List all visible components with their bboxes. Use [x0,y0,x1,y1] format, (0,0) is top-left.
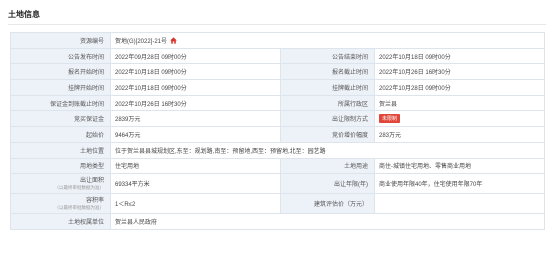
signup-end-value: 2022年10月26日 16时30分 [373,63,546,81]
land-type-label: 用地类型 [10,157,111,175]
valuation-label: 建筑评估价（万元） [280,193,375,215]
table-row: 竞买保证金 2839万元 出让限制方式 未限制 [10,110,546,128]
plot-ratio-label-note: （以最终审批数据为准） [54,204,105,210]
title-divider [8,24,546,25]
table-row: 起始价 9464万元 竞价增价幅度 283万元 [10,126,546,143]
deposit-deadline-value: 2022年10月26日 16时30分 [110,94,281,112]
signup-start-label: 报名开始时间 [10,63,111,81]
house-icon [170,37,177,44]
table-row: 保证金到账截止时间 2022年10月26日 16时30分 所属行政区 贺兰县 [10,94,546,112]
announce-end-value: 2022年10月18日 09时00分 [373,47,546,65]
listing-end-label: 挂牌截止时间 [280,79,375,96]
bid-deposit-value: 2839万元 [110,110,281,128]
announce-start-value: 2022年09月28日 09时00分 [110,47,281,65]
plot-ratio-value: 1＜R≤2 [110,193,281,215]
table-row: 土地权属单位 贺兰县人民政府 [10,213,546,230]
valuation-value [373,193,546,215]
increment-label: 竞价增价幅度 [280,126,375,143]
signup-end-label: 报名截止时间 [280,63,375,81]
location-label: 土地位置 [10,141,111,159]
listing-start-value: 2022年10月18日 09时00分 [110,79,281,96]
restriction-badge: 未限制 [379,114,401,124]
page-title: 土地信息 [8,10,40,19]
signup-start-value: 2022年10月18日 09时00分 [110,63,281,81]
district-label: 所属行政区 [280,94,375,112]
start-price-value: 9464万元 [110,126,281,143]
table-row: 挂牌开始时间 2022年10月18日 09时00分 挂牌截止时间 2022年10… [10,79,546,96]
listing-start-label: 挂牌开始时间 [10,79,111,96]
years-label: 出让年限(年) [280,173,375,195]
table-row: 土地位置 位于贺兰县县城规划区,东至：规划路,南至：预留地,西至：预留地,北至：… [10,141,546,159]
land-info-table: 资源编号 贺地(G)[2022]-21号 公告发布时间 2022年09月28日 … [10,32,546,230]
land-type-value: 住宅用地 [110,157,281,175]
resource-no-cell: 贺地(G)[2022]-21号 [109,32,546,49]
owner-label: 土地权属单位 [10,213,111,230]
restriction-cell: 未限制 [373,110,546,128]
table-row: 容积率 （以最终审批数据为准） 1＜R≤2 建筑评估价（万元） [10,193,546,215]
location-value: 位于贺兰县县城规划区,东至：规划路,南至：预留地,西至：预留地,北至：园艺路 [109,141,546,159]
area-label-text: 出让面积 [79,177,104,184]
deposit-deadline-label: 保证金到账截止时间 [10,94,111,112]
years-value: 商业使用年限40年，住宅使用年限70年 [373,173,546,195]
land-use-value: 商住-城镇住宅用地、零售商业用地 [373,157,546,175]
plot-ratio-label-text: 容积率 [85,197,104,204]
start-price-label: 起始价 [10,126,111,143]
table-row: 用地类型 住宅用地 土地用途 商住-城镇住宅用地、零售商业用地 [10,157,546,175]
area-label: 出让面积 （以最终审批数据为准） [10,173,111,195]
announce-start-label: 公告发布时间 [10,47,111,65]
area-value: 69334平方米 [110,173,281,195]
restriction-label: 出让限制方式 [280,110,375,128]
plot-ratio-label: 容积率 （以最终审批数据为准） [10,193,111,215]
table-row: 资源编号 贺地(G)[2022]-21号 [10,32,546,49]
district-value: 贺兰县 [373,94,546,112]
table-row: 出让面积 （以最终审批数据为准） 69334平方米 出让年限(年) 商业使用年限… [10,173,546,195]
table-row: 报名开始时间 2022年10月18日 09时00分 报名截止时间 2022年10… [10,63,546,81]
announce-end-label: 公告结束时间 [280,47,375,65]
listing-end-value: 2022年10月28日 09时00分 [373,79,546,96]
bid-deposit-label: 竞买保证金 [10,110,111,128]
owner-value: 贺兰县人民政府 [109,213,546,230]
area-label-note: （以最终审批数据为准） [54,184,105,190]
resource-no-value: 贺地(G)[2022]-21号 [115,38,168,45]
increment-value: 283万元 [373,126,546,143]
resource-no-label: 资源编号 [10,32,111,49]
table-row: 公告发布时间 2022年09月28日 09时00分 公告结束时间 2022年10… [10,47,546,65]
land-use-label: 土地用途 [280,157,375,175]
